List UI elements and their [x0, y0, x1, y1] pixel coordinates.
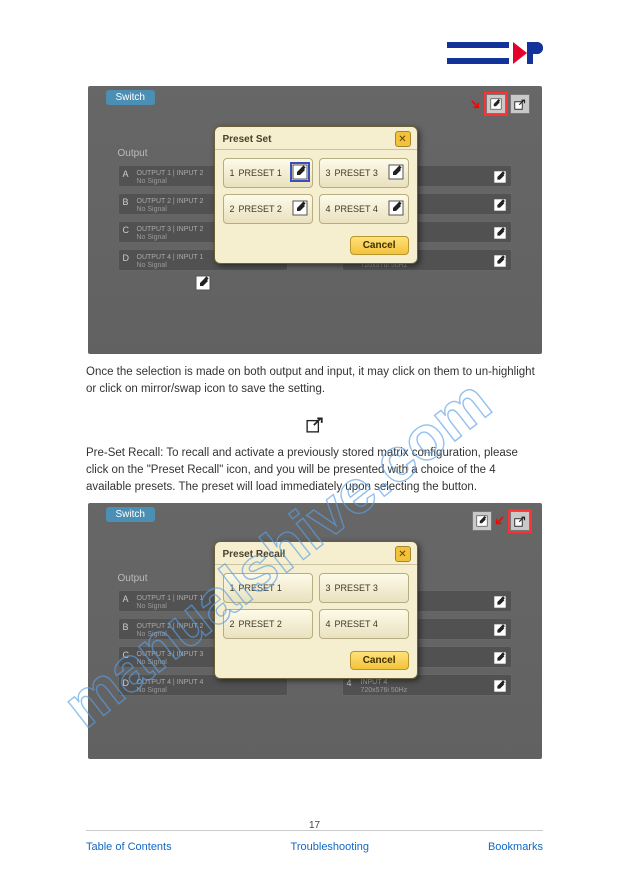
callout-arrow: ➔	[468, 96, 483, 111]
switch-tab[interactable]: Switch	[106, 90, 155, 105]
paragraph: Once the selection is made on both outpu…	[86, 364, 543, 397]
edit-icon[interactable]	[292, 164, 308, 180]
preset-button[interactable]: 1PRESET 1	[223, 573, 313, 603]
preset-recall-icon[interactable]	[510, 94, 530, 114]
preset-button[interactable]: 2PRESET 2	[223, 194, 313, 224]
page-number: 17	[309, 820, 320, 831]
footer-link-bookmarks[interactable]: Bookmarks	[488, 841, 543, 853]
preset-button[interactable]: 4PRESET 4	[319, 194, 409, 224]
callout-arrow: ➔	[492, 514, 507, 529]
edit-icon[interactable]	[388, 164, 404, 180]
brand-logo	[447, 42, 543, 64]
preset-button[interactable]: 1PRESET 1	[223, 158, 313, 188]
preset-set-icon[interactable]	[486, 94, 506, 114]
manual-page: Switch ➔ Output AOUTPUT 1 | INPUT 2No Si…	[0, 0, 629, 893]
edit-icon[interactable]	[292, 200, 308, 216]
close-button[interactable]: ✕	[395, 546, 411, 562]
footer-nav: Table of Contents Troubleshooting Bookma…	[86, 830, 543, 853]
cancel-button[interactable]: Cancel	[350, 236, 409, 255]
dialog-title: Preset Recall	[223, 549, 286, 560]
footer-link-troubleshooting[interactable]: Troubleshooting	[291, 841, 369, 853]
edit-icon[interactable]	[493, 679, 507, 693]
preset-recall-icon[interactable]	[510, 511, 530, 531]
footer-link-toc[interactable]: Table of Contents	[86, 841, 172, 853]
screenshot-preset-recall: Switch ➔ Output AOUTPUT 1 | INPUT 1No Si…	[88, 503, 542, 759]
preset-recall-dialog: Preset Recall ✕ 1PRESET 1 3PRESET 3 2PRE…	[214, 541, 418, 679]
preset-button[interactable]: 3PRESET 3	[319, 573, 409, 603]
switch-tab[interactable]: Switch	[106, 507, 155, 522]
edit-icon[interactable]	[493, 651, 507, 665]
preset-button[interactable]: 2PRESET 2	[223, 609, 313, 639]
preset-button[interactable]: 4PRESET 4	[319, 609, 409, 639]
cancel-button[interactable]: Cancel	[350, 651, 409, 670]
edit-icon[interactable]	[493, 623, 507, 637]
edit-icon[interactable]	[493, 198, 507, 212]
edit-icon[interactable]	[493, 595, 507, 609]
screenshot-preset-set: Switch ➔ Output AOUTPUT 1 | INPUT 2No Si…	[88, 86, 542, 354]
paragraph: Pre-Set Recall: To recall and activate a…	[86, 445, 543, 495]
edit-icon[interactable]	[388, 200, 404, 216]
preset-set-icon[interactable]	[472, 511, 492, 531]
edit-icon[interactable]	[493, 170, 507, 184]
close-button[interactable]: ✕	[395, 131, 411, 147]
dialog-title: Preset Set	[223, 134, 272, 145]
figure-group: Switch ➔ Output AOUTPUT 1 | INPUT 2No Si…	[86, 86, 543, 759]
preset-recall-inline-icon	[306, 415, 324, 433]
edit-icon[interactable]	[195, 275, 211, 291]
preset-button[interactable]: 3PRESET 3	[319, 158, 409, 188]
edit-icon[interactable]	[493, 226, 507, 240]
preset-set-dialog: ➔ Preset Set ✕ 1PRESET 1 3PRESET 3 2PRES…	[214, 126, 418, 264]
edit-icon[interactable]	[493, 254, 507, 268]
